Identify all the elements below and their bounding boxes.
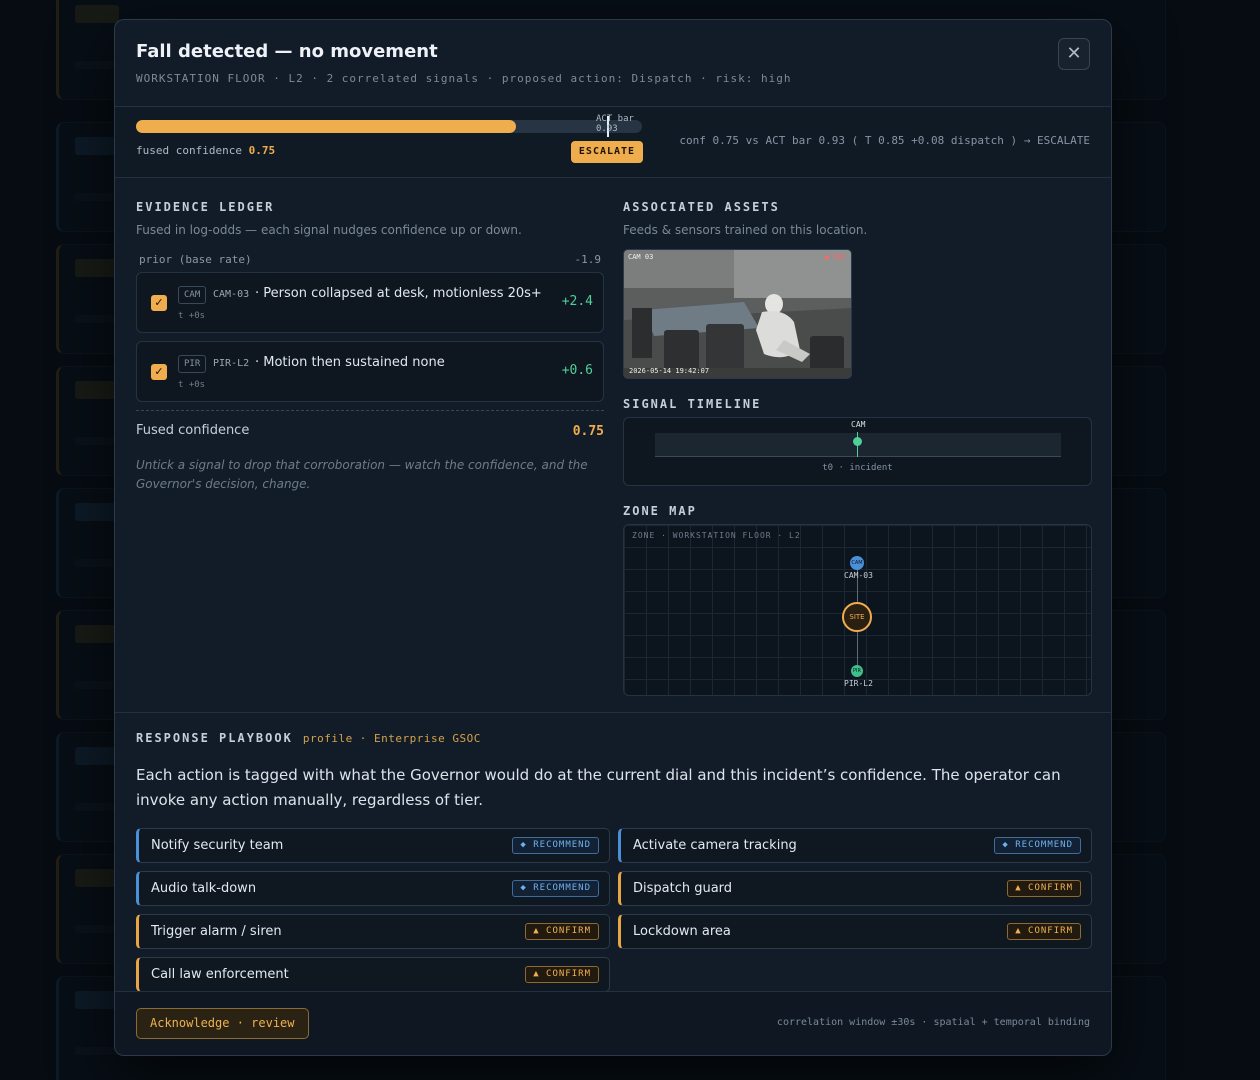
action-label: Notify security team bbox=[151, 838, 284, 853]
ledger-title: EVIDENCE LEDGER bbox=[136, 200, 275, 214]
action-activate-camera-tracking[interactable]: Activate camera tracking ◆ RECOMMEND bbox=[618, 828, 1092, 863]
zone-map-title: ZONE MAP bbox=[623, 504, 697, 518]
evidence-signal-card: ✓ PIR PIR-L2 · Motion then sustained non… bbox=[136, 341, 604, 402]
timeline-marker-label: CAM bbox=[851, 420, 866, 429]
action-tier-badge: ▲ CONFIRM bbox=[525, 966, 599, 983]
camera-feed-image bbox=[624, 250, 851, 378]
feed-rec-indicator: ● REC bbox=[824, 253, 846, 261]
action-label: Trigger alarm / siren bbox=[151, 924, 282, 939]
assets-title: ASSOCIATED ASSETS bbox=[623, 200, 780, 214]
pir-node-icon[interactable]: PIR bbox=[851, 665, 863, 677]
action-audio-talk-down[interactable]: Audio talk-down ◆ RECOMMEND bbox=[136, 871, 610, 906]
response-playbook: RESPONSE PLAYBOOK profile · Enterprise GS… bbox=[115, 712, 1111, 992]
action-label: Lockdown area bbox=[633, 924, 731, 939]
playbook-description: Each action is tagged with what the Gove… bbox=[136, 766, 1061, 809]
signal-checkbox[interactable]: ✓ bbox=[151, 295, 167, 311]
site-node-label: SITE bbox=[849, 613, 865, 621]
pir-node-label: PIR-L2 bbox=[844, 679, 873, 688]
signal-description: · Motion then sustained none bbox=[255, 355, 445, 370]
action-label: Audio talk-down bbox=[151, 881, 257, 896]
signal-type-tag: PIR bbox=[178, 355, 207, 373]
confidence-strip: ACT bar 0.93 fused confidence 0.75 ESCAL… bbox=[115, 107, 1111, 178]
act-bar-label: ACT bar 0.93 bbox=[596, 114, 634, 134]
right-column: ASSOCIATED ASSETS Feeds & sensors traine… bbox=[623, 200, 1092, 696]
playbook-profile: profile · Enterprise GSOC bbox=[302, 732, 481, 745]
zone-map-label: ZONE · WORKSTATION FLOOR · L2 bbox=[632, 531, 801, 540]
site-node-icon[interactable]: SITE bbox=[842, 602, 872, 632]
assets-description: Feeds & sensors trained on this location… bbox=[623, 223, 868, 237]
camera-feed-thumbnail[interactable]: CAM 03 ● REC 2026-05-14 19:42:07 bbox=[623, 249, 852, 379]
action-tier-badge: ◆ RECOMMEND bbox=[994, 837, 1081, 854]
signal-source: PIR-L2 bbox=[213, 358, 250, 369]
decision-explanation: conf 0.75 vs ACT bar 0.93 ( T 0.85 +0.08… bbox=[679, 134, 1090, 147]
evidence-signal-card: ✓ CAM CAM-03 · Person collapsed at desk,… bbox=[136, 272, 604, 333]
signal-time: t +0s bbox=[178, 380, 206, 390]
confidence-bar-fill bbox=[136, 120, 516, 133]
timeline-marker-dot[interactable] bbox=[853, 437, 862, 446]
signal-source: CAM-03 bbox=[213, 289, 250, 300]
fused-confidence-row: Fused confidence 0.75 bbox=[136, 410, 604, 450]
evidence-ledger: EVIDENCE LEDGER Fused in log-odds — each… bbox=[136, 200, 604, 494]
camera-node-icon[interactable]: CAM bbox=[850, 556, 864, 570]
action-dispatch-guard[interactable]: Dispatch guard ▲ CONFIRM bbox=[618, 871, 1092, 906]
modal-footer: Acknowledge · review correlation window … bbox=[115, 991, 1111, 1055]
fused-confidence-row-label: Fused confidence bbox=[136, 423, 250, 438]
camera-node-label: CAM-03 bbox=[844, 571, 873, 580]
fused-confidence-value: 0.75 bbox=[248, 144, 276, 157]
feed-camera-overlay: CAM 03 bbox=[628, 253, 654, 261]
action-label: Call law enforcement bbox=[151, 967, 289, 982]
action-lockdown-area[interactable]: Lockdown area ▲ CONFIRM bbox=[618, 914, 1092, 949]
action-label: Dispatch guard bbox=[633, 881, 733, 896]
action-tier-badge: ▲ CONFIRM bbox=[525, 923, 599, 940]
signal-timeline: CAM t0 · incident bbox=[623, 417, 1092, 486]
signal-delta: +2.4 bbox=[561, 294, 593, 309]
timeline-caption: t0 · incident bbox=[822, 463, 893, 473]
prior-value: -1.9 bbox=[574, 253, 602, 266]
signal-delta: +0.6 bbox=[561, 363, 593, 378]
fused-confidence-text: fused confidence bbox=[136, 144, 242, 157]
action-tier-badge: ▲ CONFIRM bbox=[1007, 880, 1081, 897]
action-call-law-enforcement[interactable]: Call law enforcement ▲ CONFIRM bbox=[136, 957, 610, 992]
ledger-description: Fused in log-odds — each signal nudges c… bbox=[136, 223, 522, 237]
action-notify-security-team[interactable]: Notify security team ◆ RECOMMEND bbox=[136, 828, 610, 863]
incident-modal: Fall detected — no movement WORKSTATION … bbox=[114, 19, 1112, 1056]
playbook-title: RESPONSE PLAYBOOK profile · Enterprise GS… bbox=[136, 731, 481, 745]
action-tier-badge: ▲ CONFIRM bbox=[1007, 923, 1081, 940]
acknowledge-button[interactable]: Acknowledge · review bbox=[136, 1008, 309, 1039]
confidence-bar: ACT bar 0.93 bbox=[136, 114, 642, 137]
timeline-title: SIGNAL TIMELINE bbox=[623, 397, 762, 411]
action-tier-badge: ◆ RECOMMEND bbox=[512, 880, 599, 897]
signal-type-tag: CAM bbox=[178, 286, 207, 304]
signal-description: · Person collapsed at desk, motionless 2… bbox=[255, 286, 542, 301]
close-icon: ✕ bbox=[1066, 43, 1082, 64]
modal-header: Fall detected — no movement WORKSTATION … bbox=[115, 20, 1111, 107]
ledger-note: Untick a signal to drop that corroborati… bbox=[136, 458, 588, 491]
modal-title: Fall detected — no movement bbox=[136, 41, 438, 62]
signal-checkbox[interactable]: ✓ bbox=[151, 364, 167, 380]
signal-time: t +0s bbox=[178, 311, 206, 321]
prior-label: prior (base rate) bbox=[139, 253, 252, 266]
modal-subtitle: WORKSTATION FLOOR · L2 · 2 correlated si… bbox=[136, 72, 792, 85]
feed-timestamp: 2026-05-14 19:42:07 bbox=[629, 367, 710, 375]
playbook-title-text: RESPONSE PLAYBOOK bbox=[136, 731, 293, 745]
action-trigger-alarm[interactable]: Trigger alarm / siren ▲ CONFIRM bbox=[136, 914, 610, 949]
action-tier-badge: ◆ RECOMMEND bbox=[512, 837, 599, 854]
fused-confidence-label: fused confidence 0.75 bbox=[136, 144, 275, 157]
fused-confidence-row-value: 0.75 bbox=[572, 424, 604, 439]
prior-row: prior (base rate) -1.9 bbox=[136, 249, 604, 269]
decision-badge: ESCALATE bbox=[571, 141, 643, 163]
zone-map: ZONE · WORKSTATION FLOOR · L2 CAM CAM-03… bbox=[623, 524, 1092, 696]
action-label: Activate camera tracking bbox=[633, 838, 797, 853]
close-button[interactable]: ✕ bbox=[1058, 38, 1090, 70]
footer-note: correlation window ±30s · spatial + temp… bbox=[776, 1017, 1090, 1028]
